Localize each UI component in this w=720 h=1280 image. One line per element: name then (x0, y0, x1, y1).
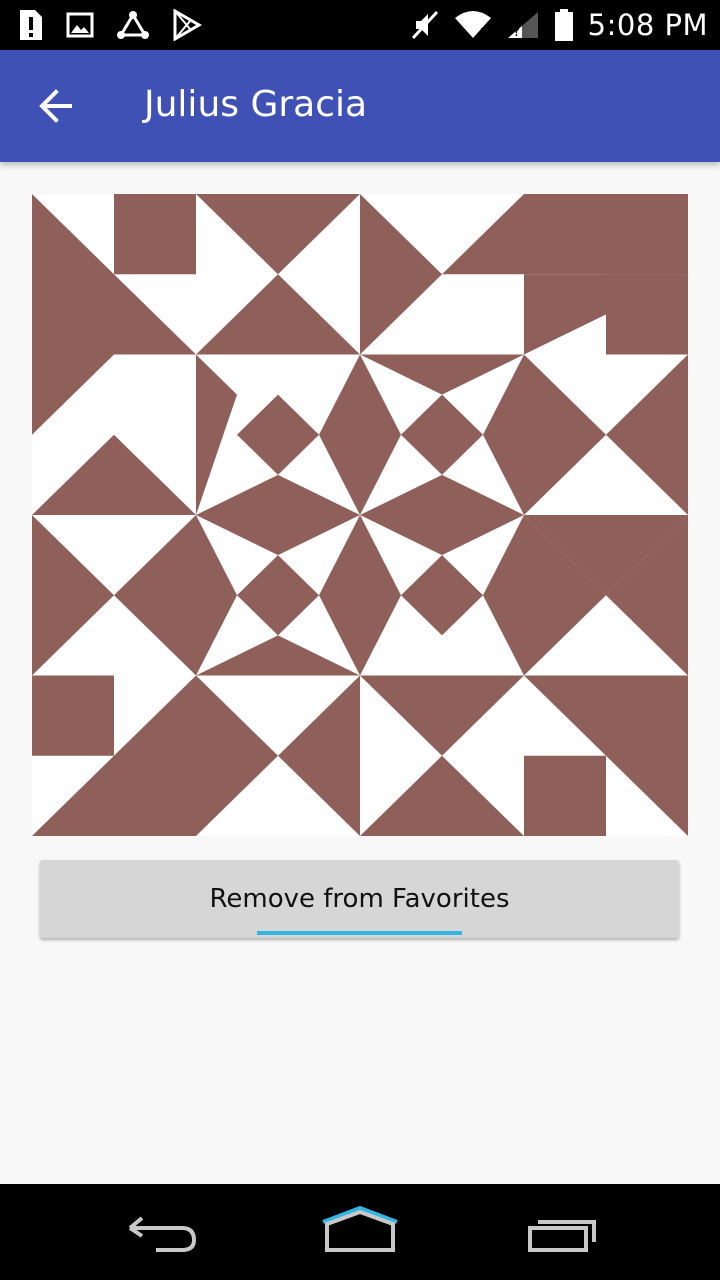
focus-indicator (257, 931, 462, 935)
svg-text:?: ? (480, 26, 487, 40)
image-icon (66, 11, 94, 39)
signal-icon: ? (506, 10, 540, 40)
home-icon (322, 1205, 398, 1252)
play-store-icon (172, 9, 202, 41)
wifi-icon: ? (454, 10, 492, 40)
app-bar: Julius Gracia (0, 50, 720, 162)
page-title: Julius Gracia (144, 84, 368, 125)
nav-recent-apps-button[interactable] (518, 1204, 608, 1260)
share-icon (116, 9, 150, 41)
identicon-image (32, 194, 688, 836)
nav-back-button[interactable] (116, 1204, 206, 1260)
navigation-bar (0, 1184, 720, 1280)
remove-button-label: Remove from Favorites (209, 884, 510, 914)
alert-icon (18, 8, 44, 42)
remove-from-favorites-button[interactable]: Remove from Favorites (40, 860, 679, 938)
nav-home-button[interactable] (315, 1204, 405, 1260)
battery-icon (554, 8, 574, 42)
mute-icon (410, 9, 440, 41)
status-time: 5:08 PM (587, 8, 708, 42)
recent-apps-icon (528, 1220, 596, 1252)
avatar (32, 194, 688, 836)
svg-text:?: ? (513, 24, 520, 40)
back-icon (128, 1216, 197, 1252)
arrow-back-icon (39, 89, 72, 123)
back-button[interactable] (28, 78, 84, 134)
status-bar: ? ? 5:08 PM (0, 0, 720, 50)
